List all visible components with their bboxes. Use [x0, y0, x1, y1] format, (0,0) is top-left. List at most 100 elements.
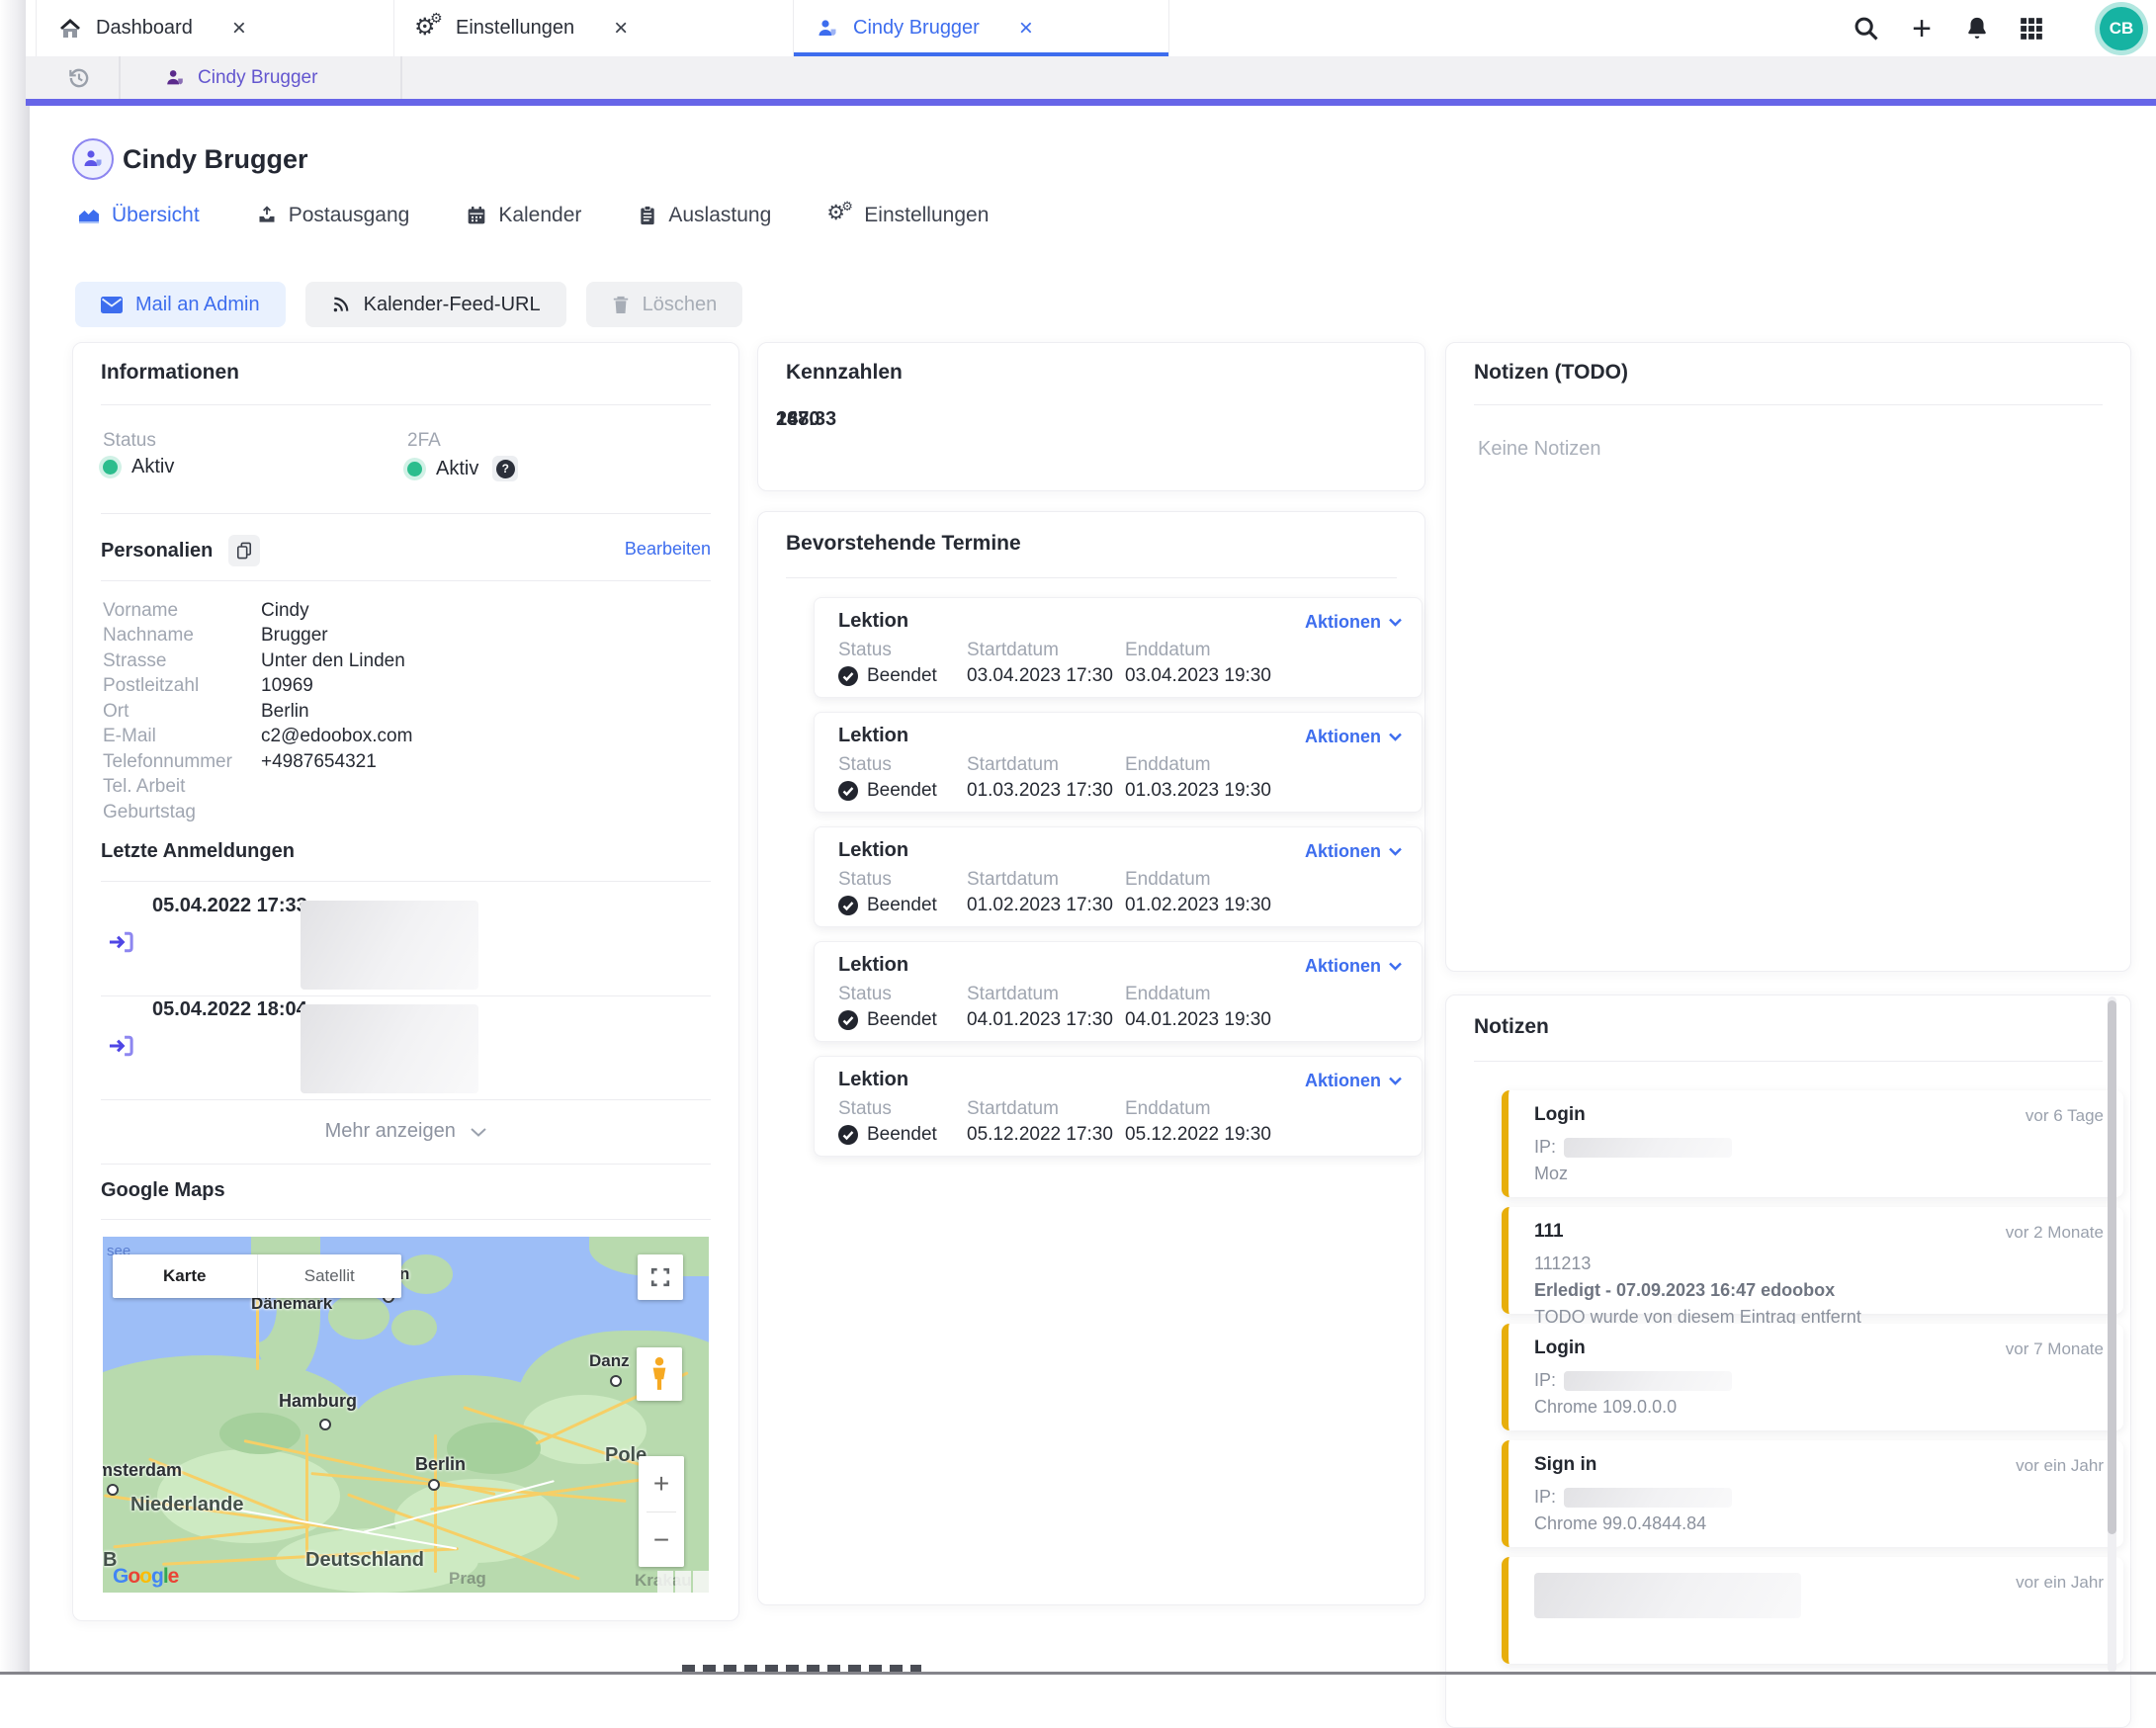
status-value: Aktiv — [103, 456, 174, 478]
outbox-icon — [257, 206, 277, 225]
end-col-label: Enddatum — [1125, 640, 1211, 661]
add-icon[interactable]: + — [1903, 10, 1940, 47]
tab-einstellungen-profile[interactable]: ⚙⚙ Einstellungen — [828, 204, 989, 227]
note-item[interactable]: Login vor 7 Monate IP:Chrome 109.0.0.0 — [1502, 1324, 2123, 1430]
map-label-amsterdam: msterdam — [103, 1460, 182, 1481]
close-icon[interactable]: × — [1019, 17, 1033, 41]
kpi-value: 148.33 — [776, 408, 836, 431]
termin-title: Lektion — [838, 839, 908, 862]
tab-einstellungen[interactable]: ⚙⚙ Einstellungen × — [394, 0, 794, 56]
logins-title: Letzte Anmeldungen — [101, 840, 295, 863]
google-map[interactable]: see nhagen Dänemark Danz Hamburg Berlin … — [103, 1237, 709, 1593]
apps-grid-icon[interactable] — [2013, 10, 2050, 47]
termine-card: Bevorstehende Termine Lektion Aktionen S… — [757, 511, 1425, 1605]
tfa-value: Aktiv ? — [407, 456, 518, 481]
chart-icon — [79, 208, 100, 224]
status-value: Beendet — [838, 1124, 937, 1146]
search-icon[interactable] — [1848, 10, 1885, 47]
notes-scrollbar-thumb[interactable] — [2108, 1000, 2116, 1534]
card-title: Notizen (TODO) — [1474, 361, 1628, 385]
note-line: Chrome 99.0.4844.84 — [1534, 1511, 2104, 1537]
note-line: IP: — [1534, 1484, 2104, 1511]
termin-item: Lektion Aktionen Status Startdatum Endda… — [814, 941, 1423, 1042]
tab-kalender[interactable]: Kalender — [467, 204, 581, 227]
note-line: 111213 — [1534, 1251, 2104, 1277]
note-item[interactable]: 111 vor 2 Monate 111213Erledigt - 07.09.… — [1502, 1207, 2123, 1314]
check-circle-icon — [838, 896, 858, 915]
map-button-karte[interactable]: Karte — [113, 1254, 257, 1298]
tab-dashboard[interactable]: Dashboard × — [36, 0, 394, 56]
check-circle-icon — [838, 666, 858, 686]
google-logo[interactable]: Google — [113, 1565, 178, 1589]
bearbeiten-link[interactable]: Bearbeiten — [625, 539, 711, 560]
user-avatar[interactable]: CB — [2100, 7, 2143, 50]
mehr-anzeigen-link[interactable]: Mehr anzeigen — [73, 1120, 738, 1143]
tab-label: Dashboard — [96, 17, 193, 40]
note-time: vor 6 Tage — [2026, 1106, 2104, 1126]
map-footer-link[interactable] — [657, 1571, 673, 1593]
aktionen-button[interactable]: Aktionen — [1305, 956, 1402, 977]
login-entry: 05.04.2022 17:33 — [101, 893, 711, 996]
field-value: Unter den Linden — [261, 650, 405, 672]
termin-item: Lektion Aktionen Status Startdatum Endda… — [814, 597, 1423, 698]
history-icon[interactable] — [40, 56, 121, 99]
note-time: vor 7 Monate — [2006, 1339, 2104, 1359]
aktionen-button[interactable]: Aktionen — [1305, 727, 1402, 747]
note-lines: 111213Erledigt - 07.09.2023 16:47 edoobo… — [1534, 1251, 2104, 1331]
copy-icon[interactable] — [228, 535, 260, 566]
field-value: Cindy — [261, 600, 309, 622]
tab-auslastung[interactable]: Auslastung — [639, 204, 771, 227]
status-col-label: Status — [838, 869, 892, 891]
status-value: Beendet — [838, 780, 937, 802]
clipboard-icon — [639, 206, 656, 225]
field-label: Ort — [103, 701, 261, 723]
mail-an-admin-button[interactable]: Mail an Admin — [75, 282, 286, 327]
start-value: 04.01.2023 17:30 — [967, 1009, 1113, 1031]
aktionen-button[interactable]: Aktionen — [1305, 1071, 1402, 1091]
check-circle-icon — [838, 781, 858, 801]
clipped-text-fragment — [682, 1665, 921, 1672]
tab-postausgang[interactable]: Postausgang — [257, 204, 410, 227]
tab-label: Einstellungen — [456, 17, 574, 40]
kalender-feed-url-button[interactable]: Kalender-Feed-URL — [305, 282, 566, 327]
redacted-value — [1564, 1488, 1732, 1508]
status-col-label: Status — [838, 1098, 892, 1120]
google-maps-title: Google Maps — [101, 1179, 225, 1202]
calendar-icon — [467, 206, 486, 225]
close-icon[interactable]: × — [614, 17, 628, 41]
note-item[interactable]: Login vor 6 Tage IP:Moz — [1502, 1090, 2123, 1197]
status-col-label: Status — [838, 984, 892, 1005]
card-title: Bevorstehende Termine — [786, 532, 1021, 556]
status-value: Beendet — [838, 1009, 937, 1031]
close-icon[interactable]: × — [232, 17, 246, 41]
termin-item: Lektion Aktionen Status Startdatum Endda… — [814, 712, 1423, 813]
notes-card: Notizen Login vor 6 Tage IP:Moz 111 vor … — [1445, 994, 2131, 1728]
note-line: Moz — [1534, 1161, 2104, 1187]
map-footer-link[interactable] — [693, 1571, 709, 1593]
zoom-in-button[interactable]: + — [639, 1456, 684, 1512]
map-label-germany: Deutschland — [305, 1549, 424, 1572]
note-title: Sign in — [1534, 1454, 1596, 1476]
note-item[interactable]: Sign in vor ein Jahr IP:Chrome 99.0.4844… — [1502, 1440, 2123, 1547]
check-circle-icon — [838, 1010, 858, 1030]
breadcrumb-item-cindy-brugger[interactable]: Cindy Brugger — [121, 56, 402, 99]
loeschen-button[interactable]: Löschen — [586, 282, 743, 327]
aktionen-button[interactable]: Aktionen — [1305, 841, 1402, 862]
fullscreen-icon[interactable] — [638, 1254, 683, 1300]
zoom-out-button[interactable]: − — [639, 1512, 684, 1567]
pegman-icon[interactable] — [637, 1347, 682, 1401]
tab-uebersicht[interactable]: Übersicht — [79, 204, 200, 227]
tab-cindy-brugger[interactable]: Cindy Brugger × — [794, 0, 1169, 56]
help-icon[interactable]: ? — [492, 456, 518, 481]
map-button-satellit[interactable]: Satellit — [257, 1254, 402, 1298]
note-item[interactable]: vor ein Jahr — [1502, 1557, 2123, 1664]
end-value: 04.01.2023 19:30 — [1125, 1009, 1271, 1031]
redacted-value — [301, 1004, 478, 1093]
field-value: c2@edoobox.com — [261, 726, 412, 747]
note-title: Login — [1534, 1104, 1586, 1126]
aktionen-button[interactable]: Aktionen — [1305, 612, 1402, 633]
field-label: Strasse — [103, 650, 261, 672]
map-footer-link[interactable] — [675, 1571, 691, 1593]
notifications-bell-icon[interactable] — [1958, 10, 1996, 47]
map-label-berlin: Berlin — [415, 1454, 466, 1475]
